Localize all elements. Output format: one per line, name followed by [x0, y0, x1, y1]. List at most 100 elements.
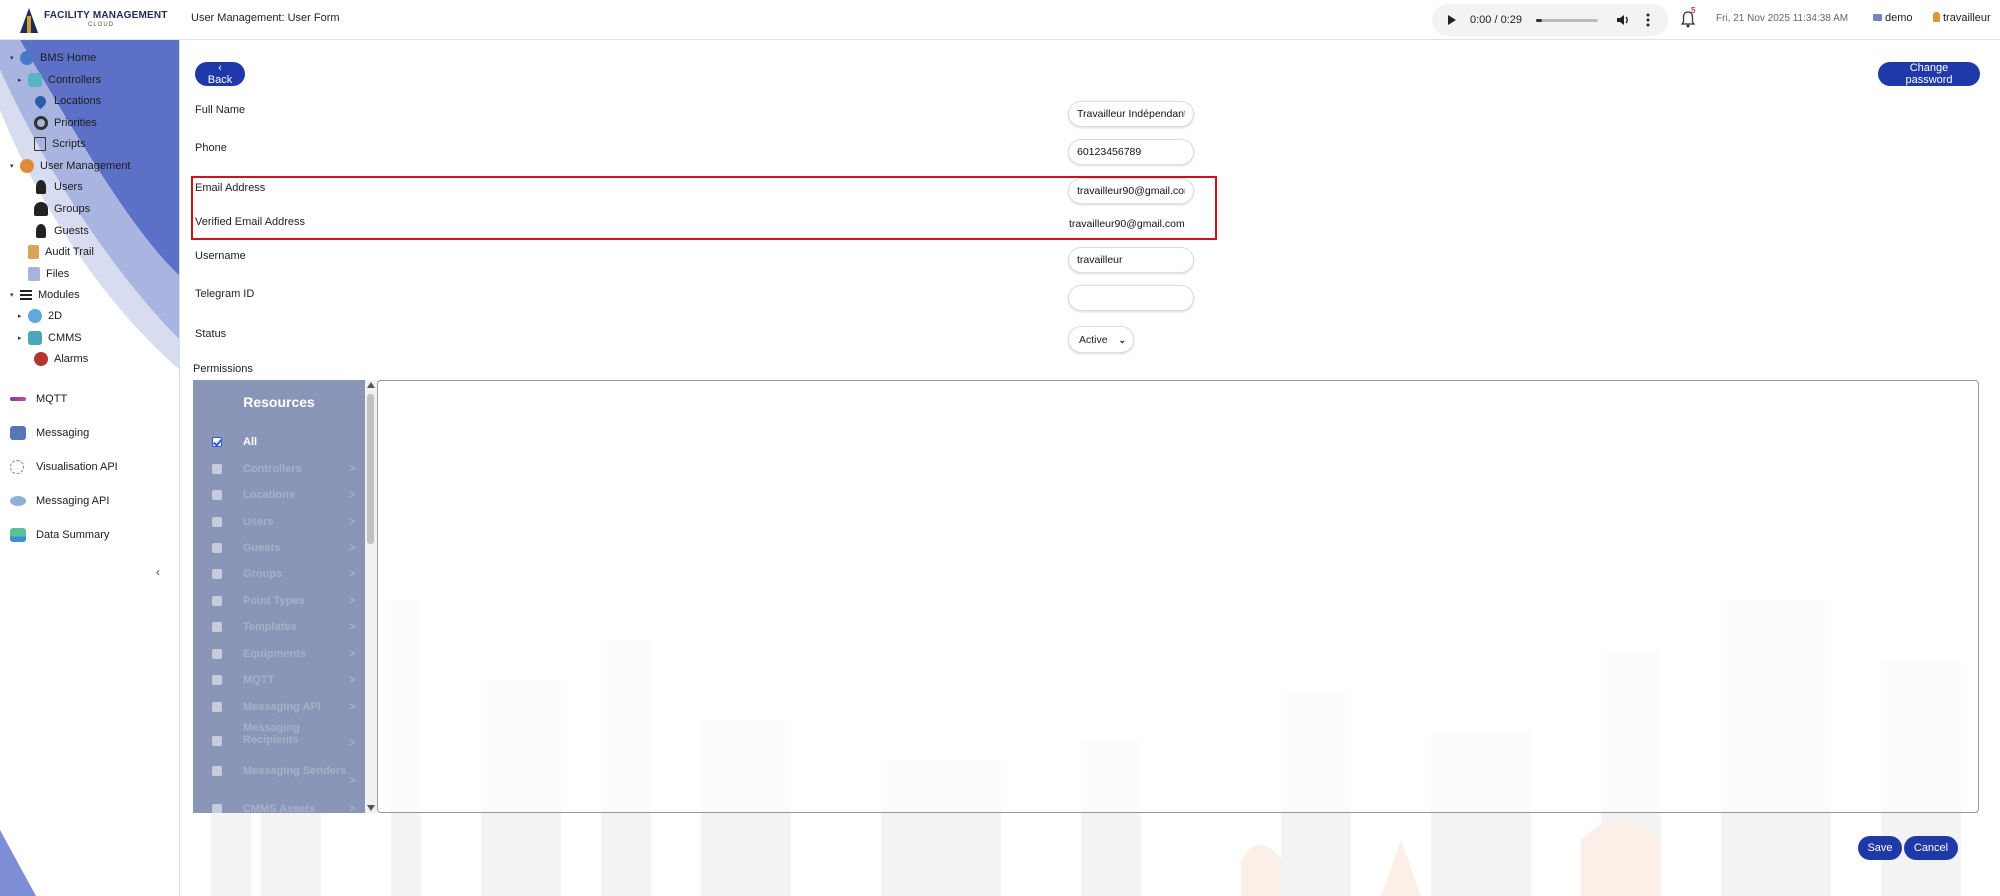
status-select[interactable]: Active ⌄	[1068, 326, 1134, 353]
user-name: travailleur	[1943, 12, 1991, 24]
sidebar-item-label: Guests	[54, 225, 89, 237]
back-button[interactable]: ‹ Back	[195, 62, 245, 86]
telegram-id-input[interactable]	[1068, 285, 1194, 311]
resource-checkbox[interactable]	[212, 649, 222, 659]
resource-item[interactable]: Users >	[193, 513, 365, 533]
resource-checkbox[interactable]	[212, 622, 222, 632]
resource-item[interactable]: Messaging Senders >	[193, 762, 365, 787]
cancel-button[interactable]: Cancel	[1904, 836, 1958, 860]
collapse-chevron-icon[interactable]: ‹	[156, 565, 160, 579]
audio-player[interactable]: 0:00 / 0:29	[1432, 4, 1668, 36]
full-name-input[interactable]	[1068, 101, 1194, 127]
more-vertical-icon[interactable]	[1646, 13, 1650, 27]
resource-checkbox[interactable]	[212, 569, 222, 579]
resource-checkbox[interactable]	[212, 464, 222, 474]
chevron-right-icon[interactable]: >	[349, 737, 355, 749]
chevron-right-icon[interactable]: >	[349, 463, 355, 475]
resource-item[interactable]: Controllers >	[193, 460, 365, 480]
resource-item[interactable]: CMMS Assets >	[193, 800, 365, 813]
audio-seek-fill	[1536, 19, 1543, 22]
chevron-right-icon[interactable]: >	[349, 648, 355, 660]
app-logo[interactable]: FACILITY MANAGEMENT CLOUD	[18, 6, 168, 34]
resource-item[interactable]: Groups >	[193, 565, 365, 585]
resource-label: CMMS Assets	[243, 803, 316, 813]
resource-checkbox[interactable]	[212, 437, 222, 447]
chevron-right-icon[interactable]: >	[349, 489, 355, 501]
resource-checkbox[interactable]	[212, 675, 222, 685]
username-input[interactable]	[1068, 247, 1194, 273]
resource-item[interactable]: Point Types >	[193, 592, 365, 612]
resource-checkbox[interactable]	[212, 490, 222, 500]
resource-item[interactable]: All	[193, 433, 365, 453]
chevron-right-icon[interactable]: >	[349, 595, 355, 607]
resource-checkbox[interactable]	[212, 596, 222, 606]
sidebar-item-label: Scripts	[52, 138, 86, 150]
tenant-selector[interactable]: demo	[1873, 12, 1913, 24]
chevron-right-icon[interactable]: >	[349, 775, 355, 787]
sidebar-item-mqtt[interactable]: MQTT	[10, 390, 67, 408]
resource-checkbox[interactable]	[212, 517, 222, 527]
sidebar-item-label: Visualisation API	[36, 461, 118, 473]
resources-scrollbar[interactable]	[365, 380, 377, 813]
audio-seek-slider[interactable]	[1536, 19, 1598, 22]
sidebar-item-user-management[interactable]: ▾ User Management	[10, 157, 131, 175]
sidebar-item-audit-trail[interactable]: Audit Trail	[18, 243, 94, 261]
resource-label: Controllers	[243, 463, 302, 475]
chevron-right-icon[interactable]: >	[349, 674, 355, 686]
resource-checkbox[interactable]	[212, 766, 222, 776]
resource-label: Messaging API	[243, 701, 321, 713]
sidebar-item-modules[interactable]: ▾ Modules	[10, 286, 80, 304]
sidebar-item-cmms[interactable]: ▸ CMMS	[18, 329, 82, 347]
resource-checkbox[interactable]	[212, 804, 222, 813]
resource-item[interactable]: Locations >	[193, 486, 365, 506]
tenant-icon	[1873, 14, 1882, 21]
resource-item[interactable]: Guests >	[193, 539, 365, 559]
sidebar-item-files[interactable]: Files	[18, 265, 69, 283]
sidebar-item-data-summary[interactable]: Data Summary	[10, 526, 109, 544]
resource-checkbox[interactable]	[212, 736, 222, 746]
play-icon[interactable]	[1448, 15, 1456, 25]
resource-checkbox[interactable]	[212, 543, 222, 553]
sidebar-item-visualisation-api[interactable]: Visualisation API	[10, 458, 118, 476]
resource-label: All	[243, 436, 258, 448]
sidebar-item-alarms[interactable]: Alarms	[24, 350, 88, 368]
resource-item[interactable]: Messaging Recipients >	[193, 722, 365, 749]
sidebar-item-2d[interactable]: ▸ 2D	[18, 307, 62, 325]
chevron-right-icon[interactable]: >	[349, 621, 355, 633]
chevron-right-icon[interactable]: >	[349, 568, 355, 580]
sidebar-item-controllers[interactable]: ▸ Controllers	[18, 71, 101, 89]
chevron-right-icon[interactable]: >	[349, 803, 355, 813]
sidebar-item-label: Alarms	[54, 353, 89, 365]
scroll-thumb[interactable]	[367, 394, 374, 544]
sidebar-item-guests[interactable]: Guests	[24, 222, 89, 240]
resource-label: MQTT	[243, 674, 275, 686]
chevron-right-icon[interactable]: >	[349, 701, 355, 713]
save-button[interactable]: Save	[1858, 836, 1902, 860]
resource-item[interactable]: Equipments >	[193, 645, 365, 665]
logo-building-icon	[20, 8, 38, 33]
chevron-right-icon[interactable]: >	[349, 516, 355, 528]
resource-item[interactable]: Messaging API >	[193, 698, 365, 718]
sidebar-item-scripts[interactable]: Scripts	[24, 135, 86, 153]
sidebar-item-groups[interactable]: Groups	[24, 200, 90, 218]
sidebar-item-bms-home[interactable]: ▾ BMS Home	[10, 49, 96, 67]
change-password-button[interactable]: Change password	[1878, 62, 1980, 86]
sidebar-item-messaging[interactable]: Messaging	[10, 424, 89, 442]
user-menu[interactable]: travailleur	[1933, 12, 1991, 24]
email-input[interactable]	[1068, 178, 1194, 204]
data-summary-chart-icon	[10, 528, 26, 542]
volume-icon[interactable]	[1616, 13, 1630, 27]
sidebar-item-priorities[interactable]: Priorities	[24, 114, 97, 132]
resource-checkbox[interactable]	[212, 702, 222, 712]
sidebar-item-users[interactable]: Users	[24, 178, 83, 196]
scroll-down-arrow[interactable]	[367, 805, 375, 811]
resource-item[interactable]: MQTT >	[193, 671, 365, 691]
scroll-up-arrow[interactable]	[367, 382, 375, 388]
resource-item[interactable]: Templates >	[193, 618, 365, 638]
phone-input[interactable]	[1068, 139, 1194, 165]
chevron-right-icon[interactable]: >	[349, 542, 355, 554]
status-label: Status	[195, 328, 227, 340]
sidebar-item-locations[interactable]: Locations	[24, 92, 101, 110]
sidebar-item-messaging-api[interactable]: Messaging API	[10, 492, 109, 510]
page-title: User Management: User Form	[191, 12, 340, 24]
